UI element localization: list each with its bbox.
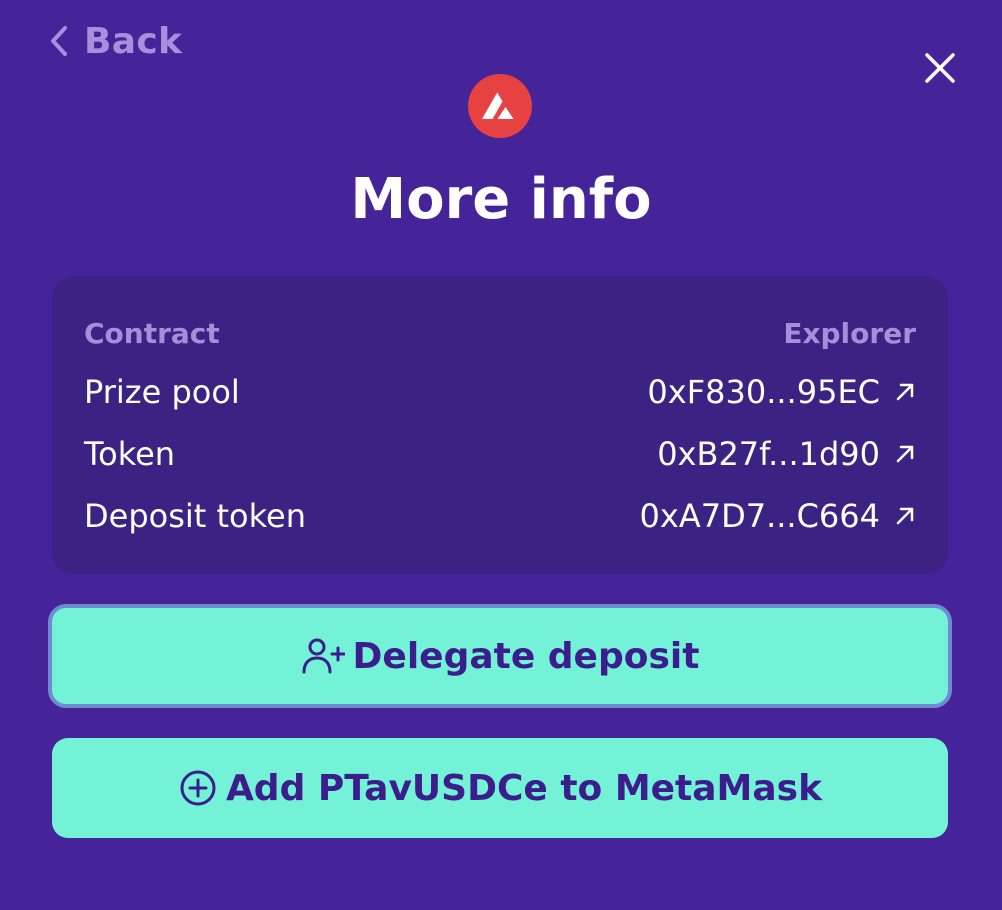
contract-address: 0xF830...95EC (647, 373, 880, 411)
contract-address: 0xA7D7...C664 (639, 497, 880, 535)
external-link-icon (896, 445, 914, 463)
avalanche-logo-icon (468, 74, 532, 138)
contract-column-header: Contract (84, 316, 220, 350)
external-link-icon (896, 507, 914, 525)
explorer-link-token[interactable]: 0xB27f...1d90 (657, 435, 916, 473)
explorer-link-deposit-token[interactable]: 0xA7D7...C664 (640, 497, 916, 535)
delegate-deposit-button[interactable]: Delegate deposit (48, 604, 952, 708)
contract-row-token: Token 0xB27f...1d90 (84, 431, 916, 477)
contract-row-prize-pool: Prize pool 0xF830...95EC (84, 369, 916, 415)
add-token-label: Add PTavUSDCe to MetaMask (225, 767, 823, 809)
back-label: Back (84, 20, 183, 62)
add-token-to-metamask-button[interactable]: Add PTavUSDCe to MetaMask (52, 738, 948, 838)
delegate-deposit-label: Delegate deposit (352, 635, 700, 677)
close-icon (925, 53, 955, 83)
contract-table-header: Contract Explorer (84, 312, 916, 354)
explorer-link-prize-pool[interactable]: 0xF830...95EC (647, 373, 916, 411)
explorer-column-header: Explorer (783, 316, 916, 350)
plus-circle-icon (180, 770, 216, 806)
external-link-icon (896, 383, 914, 401)
close-button[interactable] (916, 44, 964, 92)
contract-row-deposit-token: Deposit token 0xA7D7...C664 (84, 493, 916, 539)
user-plus-icon (302, 638, 345, 674)
contract-address: 0xB27f...1d90 (657, 435, 880, 473)
contract-row-label: Prize pool (84, 373, 240, 411)
contract-info-card: Contract Explorer Prize pool 0xF830...95… (52, 276, 948, 574)
contract-row-label: Deposit token (84, 497, 306, 535)
contract-row-label: Token (84, 435, 176, 473)
back-button[interactable]: Back (48, 18, 182, 64)
chevron-left-icon (51, 26, 67, 56)
page-title: More info (350, 167, 652, 232)
